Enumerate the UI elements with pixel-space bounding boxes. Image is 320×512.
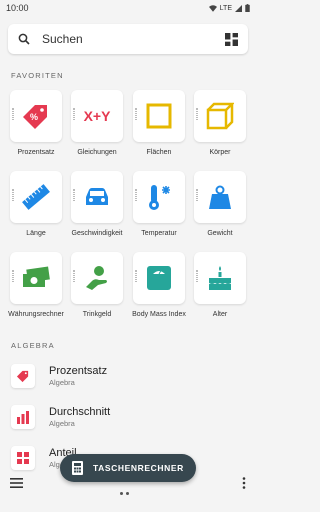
favorite-waehrungsrechner[interactable]: Währungsrechner [8, 252, 64, 319]
list-item-prozentsatz[interactable]: Prozentsatz Algebra [0, 357, 256, 395]
list-item-durchschnitt[interactable]: Durchschnitt Algebra [0, 398, 256, 436]
network-type: LTE [219, 4, 232, 12]
tile-label: Währungsrechner [8, 311, 64, 318]
cube-icon [206, 102, 234, 130]
bar-chart-icon [17, 411, 29, 424]
svg-text:X+Y: X+Y [84, 108, 112, 124]
money-icon [23, 266, 50, 287]
favorite-laenge[interactable]: Länge [10, 171, 62, 238]
section-title-favorites: FAVORITEN [11, 71, 64, 80]
cake-icon [209, 266, 231, 290]
list-item-subtitle: Algebra [49, 378, 75, 387]
favorite-flaechen[interactable]: Flächen [133, 90, 185, 157]
fab-label: TASCHENRECHNER [93, 463, 184, 473]
square-icon [146, 103, 172, 129]
battery-icon [245, 4, 250, 12]
search-bar[interactable]: Suchen [8, 24, 248, 54]
favorite-gewicht[interactable]: Gewicht [194, 171, 246, 238]
section-title-algebra: ALGEBRA [11, 341, 55, 350]
tile-label: Prozentsatz [17, 149, 55, 156]
car-icon [86, 188, 108, 205]
favorite-trinkgeld[interactable]: Trinkgeld [71, 252, 123, 319]
x-plus-y-icon: X+Y [84, 108, 112, 124]
percent-tag-icon: % [23, 105, 47, 129]
list-item-title: Prozentsatz [49, 365, 108, 377]
favorite-geschwindigkeit[interactable]: Geschwindigkeit [71, 171, 123, 238]
tile-label: Körper [209, 149, 231, 156]
percent-tag-icon [16, 370, 29, 383]
tile-label: Trinkgeld [82, 311, 112, 318]
gesture-nav-handle[interactable] [120, 492, 129, 495]
list-item-title: Durchschnitt [49, 406, 111, 418]
scale-icon [147, 266, 171, 290]
tile-label: Flächen [146, 149, 172, 156]
calculator-fab[interactable]: TASCHENRECHNER [60, 454, 196, 482]
tile-label: Alter [212, 311, 228, 318]
favorite-koerper[interactable]: Körper [194, 90, 246, 157]
favorite-prozentsatz[interactable]: % Prozentsatz [10, 90, 62, 157]
wifi-icon [208, 4, 217, 12]
signal-icon [235, 4, 242, 12]
favorite-alter[interactable]: Alter [194, 252, 246, 319]
tile-label: Gleichungen [77, 149, 117, 156]
tile-label: Temperatur [141, 230, 177, 237]
tile-label: Body Mass Index [132, 311, 186, 318]
favorite-gleichungen[interactable]: X+Y Gleichungen [71, 90, 123, 157]
svg-text:%: % [30, 112, 38, 122]
ruler-icon [22, 184, 50, 210]
more-vert-icon[interactable] [242, 477, 246, 489]
weight-icon [209, 185, 231, 209]
tip-hand-icon [86, 266, 107, 290]
search-icon [18, 33, 30, 45]
favorite-temperatur[interactable]: Temperatur [133, 171, 185, 238]
list-item-subtitle: Algebra [49, 419, 75, 428]
tile-label: Geschwindigkeit [71, 230, 123, 237]
status-time: 10:00 [6, 3, 29, 13]
menu-icon[interactable] [10, 478, 23, 488]
thermometer-icon [149, 185, 170, 210]
search-input[interactable]: Suchen [42, 32, 225, 46]
calculator-icon [72, 461, 83, 475]
favorite-bmi[interactable]: Body Mass Index [132, 252, 186, 319]
tile-label: Gewicht [207, 230, 233, 237]
status-bar: 10:00 LTE [0, 0, 256, 16]
tile-label: Länge [26, 230, 46, 237]
dashboard-icon[interactable] [225, 32, 238, 46]
grid-icon [17, 452, 29, 464]
status-icons: LTE [208, 4, 250, 12]
